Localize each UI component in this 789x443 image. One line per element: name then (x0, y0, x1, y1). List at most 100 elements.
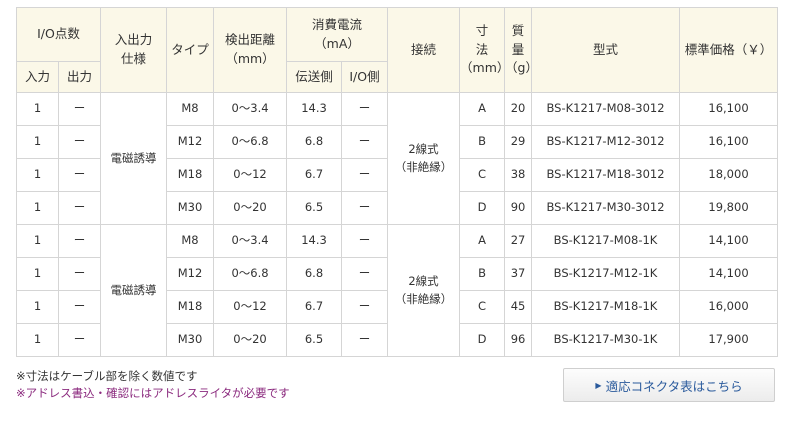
cell-dimension: D (459, 191, 506, 225)
cell-output: ー (58, 290, 101, 324)
cell-input: 1 (16, 323, 59, 357)
header-distance-line2: （mm） (225, 51, 275, 66)
cell-model: BS-K1217-M18-1K (531, 290, 681, 324)
connector-table-button[interactable]: ▶ 適応コネクタ表はこちら (563, 368, 775, 402)
cell-mass: 96 (504, 323, 533, 357)
cell-type: M12 (166, 257, 214, 291)
cell-price: 16,100 (679, 92, 779, 126)
cell-transmit: 14.3 (286, 224, 342, 258)
cell-dimension: B (459, 125, 506, 159)
table-row: 1 ー 電磁誘導 M8 0〜3.4 14.3 ー 2線式 （非絶縁） A 20 … (16, 92, 779, 225)
cell-transmit: 6.8 (286, 257, 342, 291)
cell-model: BS-K1217-M30-1K (531, 323, 681, 357)
cell-io-side: ー (340, 125, 389, 159)
cell-mass: 90 (504, 191, 533, 225)
table-row: 1 ー 電磁誘導 M8 0〜3.4 14.3 ー 2線式 （非絶縁） A 27 … (16, 224, 779, 357)
header-price: 標準価格（￥） (679, 7, 779, 93)
cell-input: 1 (16, 92, 59, 126)
header-current-line1: 消費電流 (312, 16, 363, 32)
cell-connection: 2線式 （非絶縁） (387, 224, 461, 357)
cell-dimension: A (459, 224, 506, 258)
cell-distance: 0〜3.4 (213, 224, 287, 258)
header-dimension-line3: （mm） (460, 60, 505, 76)
header-current: 消費電流 （mA） (285, 7, 389, 62)
cell-type: M18 (166, 158, 214, 192)
cell-dimension: D (459, 323, 506, 357)
cell-dimension: B (459, 257, 506, 291)
cell-output: ー (58, 158, 101, 192)
cell-type: M30 (166, 323, 214, 357)
cell-distance: 0〜6.8 (213, 257, 287, 291)
cell-distance: 0〜6.8 (213, 125, 287, 159)
cell-price: 14,100 (679, 257, 779, 291)
cell-input: 1 (16, 257, 59, 291)
cell-price: 18,000 (679, 158, 779, 192)
header-mass-line3: （g） (505, 60, 531, 76)
header-transmit: 伝送側 (286, 61, 342, 93)
cell-transmit: 6.5 (286, 191, 342, 225)
header-mass-line1: 質 (511, 22, 525, 38)
cell-input: 1 (16, 191, 59, 225)
table-body: 1 ー 電磁誘導 M8 0〜3.4 14.3 ー 2線式 （非絶縁） A 20 … (16, 92, 779, 357)
cell-connection-line1: 2線式 (408, 142, 439, 157)
cell-spec: 電磁誘導 (100, 224, 167, 357)
cell-connection-line2: （非絶縁） (394, 159, 453, 174)
header-mass-line2: 量 (511, 41, 525, 57)
cell-price: 19,800 (679, 191, 779, 225)
header-spec-line2: 仕様 (120, 51, 146, 66)
cell-price: 16,000 (679, 290, 779, 324)
cell-transmit: 6.8 (286, 125, 342, 159)
cell-type: M30 (166, 191, 214, 225)
cell-io-side: ー (340, 92, 389, 126)
cell-spec: 電磁誘導 (100, 92, 167, 225)
cell-input: 1 (16, 224, 59, 258)
cell-model: BS-K1217-M12-1K (531, 257, 681, 291)
cell-output: ー (58, 257, 101, 291)
cell-dimension: A (459, 92, 506, 126)
spec-table: I/O点数 入出力 仕様 タイプ 検出距離 （mm） 消費電流 （mA） 接続 … (16, 7, 779, 357)
cell-distance: 0〜12 (213, 158, 287, 192)
cell-mass: 38 (504, 158, 533, 192)
cell-mass: 45 (504, 290, 533, 324)
cell-mass: 37 (504, 257, 533, 291)
header-spec: 入出力 仕様 (100, 7, 167, 93)
cell-transmit: 6.7 (286, 158, 342, 192)
cell-model: BS-K1217-M08-1K (531, 224, 681, 258)
cell-dimension: C (459, 158, 506, 192)
cell-input: 1 (16, 158, 59, 192)
triangle-right-icon: ▶ (595, 380, 602, 390)
cell-price: 16,100 (679, 125, 779, 159)
cell-output: ー (58, 224, 101, 258)
header-dimension-line1: 寸 (475, 22, 489, 38)
cell-type: M8 (166, 224, 214, 258)
cell-model: BS-K1217-M30-3012 (531, 191, 681, 225)
cell-model: BS-K1217-M12-3012 (531, 125, 681, 159)
cell-io-side: ー (340, 191, 389, 225)
footnotes: ※寸法はケーブル部を除く数値です ※アドレス書込・確認にはアドレスライタが必要で… (16, 368, 290, 402)
cell-model: BS-K1217-M08-3012 (531, 92, 681, 126)
cell-io-side: ー (340, 158, 389, 192)
header-spec-line1: 入出力 (114, 32, 153, 48)
cell-type: M12 (166, 125, 214, 159)
header-dimension-line2: 法 (475, 41, 489, 57)
cell-connection-line2: （非絶縁） (394, 291, 453, 306)
cell-transmit: 14.3 (286, 92, 342, 126)
cell-output: ー (58, 323, 101, 357)
cell-transmit: 6.5 (286, 323, 342, 357)
footnote-dimension: ※寸法はケーブル部を除く数値です (16, 369, 198, 383)
cell-type: M8 (166, 92, 214, 126)
cell-type: M18 (166, 290, 214, 324)
cell-distance: 0〜20 (213, 191, 287, 225)
cell-distance: 0〜20 (213, 323, 287, 357)
header-connection: 接続 (387, 7, 461, 93)
cell-transmit: 6.7 (286, 290, 342, 324)
header-input: 入力 (16, 61, 59, 93)
cell-price: 17,900 (679, 323, 779, 357)
table-header: I/O点数 入出力 仕様 タイプ 検出距離 （mm） 消費電流 （mA） 接続 … (16, 7, 779, 93)
cell-model: BS-K1217-M18-3012 (531, 158, 681, 192)
cell-mass: 27 (504, 224, 533, 258)
header-io-points: I/O点数 (16, 7, 101, 62)
header-mass: 質 量 （g） (504, 7, 533, 93)
cell-distance: 0〜12 (213, 290, 287, 324)
cell-io-side: ー (340, 257, 389, 291)
